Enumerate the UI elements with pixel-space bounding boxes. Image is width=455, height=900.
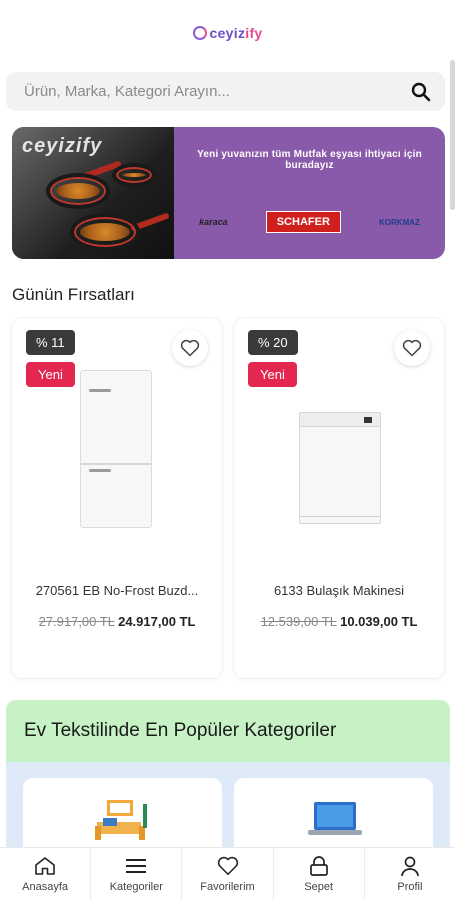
menu-icon bbox=[125, 855, 147, 877]
banner-brands: karaca SCHAFER KORKMAZ bbox=[174, 211, 445, 233]
banner-brand-overlay: ceyizify bbox=[22, 135, 103, 157]
category-card[interactable] bbox=[234, 778, 433, 858]
favorite-heart-icon[interactable] bbox=[172, 330, 208, 366]
lock-bag-icon bbox=[308, 855, 330, 877]
nav-label: Sepet bbox=[304, 881, 334, 893]
popular-categories-header: Ev Tekstilinde En Popüler Kategoriler bbox=[6, 700, 450, 762]
home-icon bbox=[34, 855, 56, 877]
new-badge: Yeni bbox=[26, 362, 75, 387]
logo-mark-icon bbox=[192, 26, 207, 40]
brand-schafer-logo: SCHAFER bbox=[265, 211, 341, 233]
nav-label: Kategoriler bbox=[109, 881, 163, 893]
brand-korkmaz-logo: KORKMAZ bbox=[379, 217, 420, 227]
dishwasher-image bbox=[299, 412, 381, 524]
favorite-heart-icon[interactable] bbox=[394, 330, 430, 366]
search-input[interactable] bbox=[24, 83, 409, 100]
product-name: 270561 EB No-Frost Buzd... bbox=[35, 583, 199, 598]
laptop-icon bbox=[308, 802, 362, 835]
banner-headline: Yeni yuvanızın tüm Mutfak eşyası ihtiyac… bbox=[197, 149, 422, 171]
page-scrollbar[interactable] bbox=[450, 60, 455, 210]
nav-label: Favorilerim bbox=[200, 881, 255, 893]
product-price: 12.539,00 TL 10.039,00 TL bbox=[234, 614, 444, 629]
nav-item-cart[interactable]: Sepet bbox=[274, 848, 365, 900]
category-card[interactable] bbox=[23, 778, 222, 858]
new-price: 10.039,00 TL bbox=[340, 614, 418, 629]
new-badge: Yeni bbox=[248, 362, 297, 387]
discount-badge: % 11 bbox=[26, 330, 75, 355]
ceyizify-logo[interactable]: ceyizify bbox=[192, 25, 263, 41]
refrigerator-image bbox=[80, 370, 152, 528]
product-card[interactable]: % 11 Yeni 270561 EB No-Frost Buzd... 27.… bbox=[12, 318, 222, 678]
section-title-popular: Ev Tekstilinde En Popüler Kategoriler bbox=[24, 720, 337, 741]
discount-badge: % 20 bbox=[248, 330, 298, 355]
banner-text-panel: Yeni yuvanızın tüm Mutfak eşyası ihtiyac… bbox=[174, 127, 445, 259]
cookware-photo: ceyizify bbox=[12, 127, 174, 259]
new-price: 24.917,00 TL bbox=[118, 614, 196, 629]
user-icon bbox=[399, 855, 421, 877]
nav-label: Anasayfa bbox=[22, 881, 69, 893]
promo-banner[interactable]: ceyizify Yeni yuvanızın tüm Mutfak eşyas… bbox=[12, 127, 445, 259]
product-name: 6133 Bulaşık Makinesi bbox=[273, 583, 405, 598]
bottom-navigation: Anasayfa Kategoriler Favorilerim Sepet P… bbox=[0, 847, 455, 900]
app-header: ceyizify bbox=[0, 0, 455, 66]
heart-icon bbox=[217, 855, 239, 877]
product-card[interactable]: % 20 Yeni 6133 Bulaşık Makinesi 12.539,0… bbox=[234, 318, 444, 678]
search-bar bbox=[6, 72, 445, 111]
nav-item-home[interactable]: Anasayfa bbox=[0, 848, 92, 900]
section-title-deals: Günün Fırsatları bbox=[12, 285, 135, 304]
logo-text: ceyizify bbox=[209, 25, 263, 41]
nav-item-profile[interactable]: Profil bbox=[365, 848, 455, 900]
old-price: 27.917,00 TL bbox=[38, 614, 115, 629]
product-price: 27.917,00 TL 24.917,00 TL bbox=[12, 614, 222, 629]
old-price: 12.539,00 TL bbox=[260, 614, 337, 629]
brand-karaca-logo: karaca bbox=[199, 217, 228, 227]
nav-label: Profil bbox=[397, 881, 423, 893]
living-room-icon bbox=[95, 800, 147, 840]
nav-item-favorites[interactable]: Favorilerim bbox=[182, 848, 274, 900]
nav-item-categories[interactable]: Kategoriler bbox=[91, 848, 183, 900]
search-icon[interactable] bbox=[409, 80, 433, 104]
